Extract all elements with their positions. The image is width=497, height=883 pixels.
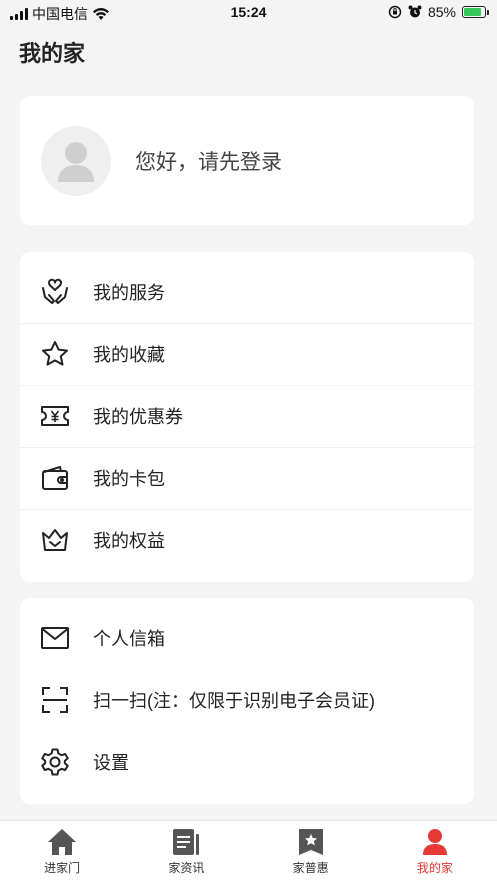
page-title: 我的家 [19,41,86,66]
orientation-lock-icon [388,5,402,19]
tab-bar: 进家门 家资讯 家普惠 我的家 [0,820,497,883]
status-bar: 中国电信 15:24 85% [0,0,497,26]
menu-item-my-coupons[interactable]: 我的优惠券 [20,385,474,447]
alarm-icon [408,5,422,18]
status-bar-right: 85% [388,4,489,20]
battery-percent: 85% [427,4,456,20]
star-icon [39,338,71,370]
tab-label: 进家门 [44,861,81,875]
menu-item-label: 我的权益 [93,531,165,551]
menu-item-label: 我的服务 [93,283,165,303]
tab-home[interactable]: 进家门 [0,821,124,883]
tab-benefits[interactable]: 家普惠 [249,821,373,883]
tab-label: 家资讯 [168,861,205,875]
tab-news[interactable]: 家资讯 [124,821,248,883]
menu-item-label: 个人信箱 [93,629,165,649]
user-placeholder-icon [58,142,94,182]
menu-item-my-favorites[interactable]: 我的收藏 [20,323,474,385]
menu-card-secondary: 个人信箱 扫一扫(注：仅限于识别电子会员证) 设置 [20,598,474,804]
menu-item-label: 我的优惠券 [93,407,183,427]
menu-card-primary: 我的服务 我的收藏 我的优惠券 我的卡包 我的权益 [20,252,474,582]
menu-item-personal-mailbox[interactable]: 个人信箱 [20,607,474,669]
menu-item-label: 我的卡包 [93,469,165,489]
service-hands-icon [39,276,71,308]
login-card[interactable]: 您好，请先登录 [20,96,474,225]
menu-item-label: 设置 [93,753,129,773]
gear-icon [39,746,71,778]
menu-item-my-service[interactable]: 我的服务 [20,261,474,323]
tab-label: 家普惠 [292,861,329,875]
home-icon [47,827,77,857]
menu-item-my-benefits[interactable]: 我的权益 [20,509,474,571]
menu-item-label: 扫一扫(注：仅限于识别电子会员证) [93,691,375,711]
battery-icon [462,6,489,18]
tab-my-home[interactable]: 我的家 [373,821,497,883]
person-icon [420,827,450,857]
avatar[interactable] [41,126,111,196]
coupon-icon [39,400,71,432]
news-icon [171,827,201,857]
crown-icon [39,524,71,556]
bookmark-star-icon [296,827,326,857]
tab-label: 我的家 [416,861,453,875]
login-prompt[interactable]: 您好，请先登录 [135,146,282,176]
scan-icon [39,684,71,716]
menu-item-settings[interactable]: 设置 [20,731,474,793]
menu-item-scan[interactable]: 扫一扫(注：仅限于识别电子会员证) [20,669,474,731]
wallet-icon [39,462,71,494]
menu-item-label: 我的收藏 [93,345,165,365]
menu-item-my-card-wallet[interactable]: 我的卡包 [20,447,474,509]
mail-icon [39,622,71,654]
